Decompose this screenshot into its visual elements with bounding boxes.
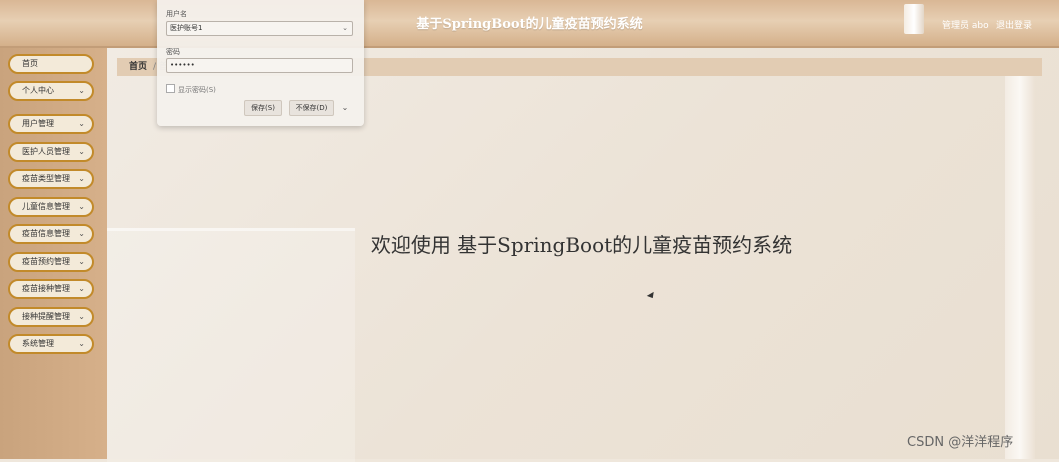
sidebar-item-label: 接种提醒管理 bbox=[22, 312, 70, 321]
sidebar-item-label: 系统管理 bbox=[22, 339, 54, 348]
chevron-down-icon: ⌄ bbox=[78, 284, 85, 293]
decorative-pillar bbox=[904, 4, 924, 34]
password-field[interactable]: •••••• bbox=[166, 58, 353, 73]
chevron-down-icon[interactable]: ⌄ bbox=[342, 22, 348, 35]
username-label: 用户名 bbox=[166, 10, 187, 18]
welcome-message: 欢迎使用 基于SpringBoot的儿童疫苗预约系统 bbox=[370, 233, 793, 257]
decorative-column bbox=[1005, 60, 1035, 459]
checkbox-icon bbox=[166, 84, 175, 93]
chevron-down-icon: ⌄ bbox=[78, 202, 85, 211]
chevron-down-icon: ⌄ bbox=[78, 119, 85, 128]
sidebar-item-label: 首页 bbox=[22, 59, 38, 68]
password-value: •••••• bbox=[170, 61, 195, 69]
username-value: 医护账号1 bbox=[170, 24, 203, 32]
show-password-label: 显示密码(S) bbox=[178, 86, 216, 94]
chevron-down-icon: ⌄ bbox=[78, 147, 85, 156]
sidebar-item-label: 儿童信息管理 bbox=[22, 202, 70, 211]
sidebar-item-label: 用户管理 bbox=[22, 119, 54, 128]
username-field[interactable]: 医护账号1 ⌄ bbox=[166, 21, 353, 36]
chevron-down-icon: ⌄ bbox=[78, 312, 85, 321]
sidebar-item-label: 疫苗类型管理 bbox=[22, 174, 70, 183]
logout-link[interactable]: 退出登录 bbox=[996, 18, 1032, 31]
password-label: 密码 bbox=[166, 48, 180, 56]
sidebar-item-label: 医护人员管理 bbox=[22, 147, 70, 156]
sidebar-item-label: 疫苗预约管理 bbox=[22, 257, 70, 266]
sidebar-item-medical-staff[interactable]: 医护人员管理 ⌄ bbox=[8, 142, 94, 162]
chevron-down-icon: ⌄ bbox=[78, 339, 85, 348]
sidebar-item-child-info[interactable]: 儿童信息管理 ⌄ bbox=[8, 197, 94, 217]
sidebar-item-vaccine-type[interactable]: 疫苗类型管理 ⌄ bbox=[8, 169, 94, 189]
sidebar-item-label: 疫苗接种管理 bbox=[22, 284, 70, 293]
chevron-down-icon: ⌄ bbox=[78, 86, 85, 95]
watermark: CSDN @洋洋程序 bbox=[907, 435, 1014, 450]
breadcrumb-home[interactable]: 首页 bbox=[129, 58, 147, 76]
current-user: 管理员 abo bbox=[942, 21, 989, 31]
sidebar-item-home[interactable]: 首页 bbox=[8, 54, 94, 74]
chevron-down-icon: ⌄ bbox=[78, 174, 85, 183]
chevron-down-icon[interactable]: ⌄ bbox=[335, 100, 355, 116]
save-button[interactable]: 保存(S) bbox=[244, 100, 282, 116]
background-panel bbox=[107, 228, 355, 462]
dont-save-button[interactable]: 不保存(D) bbox=[289, 100, 334, 116]
breadcrumb-separator: / bbox=[153, 62, 157, 72]
sidebar-item-vaccination[interactable]: 疫苗接种管理 ⌄ bbox=[8, 279, 94, 299]
sidebar-item-user-management[interactable]: 用户管理 ⌄ bbox=[8, 114, 94, 134]
save-password-popup: 用户名 医护账号1 ⌄ 密码 •••••• 显示密码(S) 保存(S) 不保存(… bbox=[157, 0, 364, 126]
sidebar-item-vaccination-reminder[interactable]: 接种提醒管理 ⌄ bbox=[8, 307, 94, 327]
sidebar-item-system-management[interactable]: 系统管理 ⌄ bbox=[8, 334, 94, 354]
sidebar-item-label: 个人中心 bbox=[22, 86, 54, 95]
show-password-checkbox[interactable]: 显示密码(S) bbox=[166, 84, 216, 95]
sidebar-item-personal-center[interactable]: 个人中心 ⌄ bbox=[8, 81, 94, 101]
